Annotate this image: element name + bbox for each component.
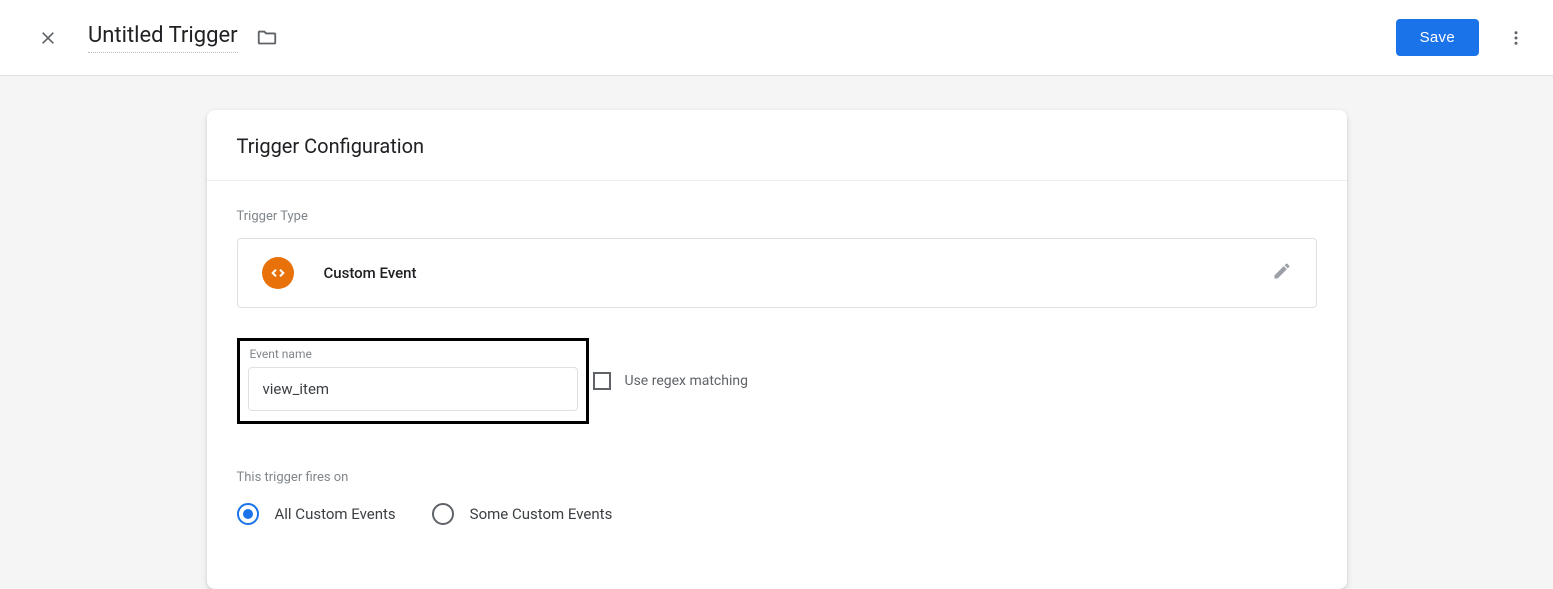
- trigger-type-label: Trigger Type: [237, 209, 1317, 224]
- more-options-icon[interactable]: [1499, 21, 1533, 55]
- radio-icon: [237, 503, 259, 525]
- trigger-type-selector[interactable]: Custom Event: [237, 238, 1317, 308]
- fires-on-label: This trigger fires on: [237, 470, 1317, 485]
- event-name-label: Event name: [248, 347, 578, 361]
- config-card: Trigger Configuration Trigger Type Custo…: [207, 110, 1347, 589]
- folder-icon[interactable]: [256, 27, 278, 49]
- pencil-icon: [1272, 261, 1292, 285]
- trigger-type-value: Custom Event: [324, 264, 1272, 282]
- page-header: Untitled Trigger Save: [0, 0, 1553, 76]
- page-title[interactable]: Untitled Trigger: [88, 23, 238, 53]
- card-heading: Trigger Configuration: [207, 110, 1347, 181]
- radio-all-events[interactable]: All Custom Events: [237, 503, 396, 525]
- event-name-input[interactable]: [248, 367, 578, 411]
- close-icon[interactable]: [36, 26, 60, 50]
- radio-some-label: Some Custom Events: [470, 505, 613, 523]
- code-icon: [262, 257, 294, 289]
- radio-all-label: All Custom Events: [275, 505, 396, 523]
- content-area: Trigger Configuration Trigger Type Custo…: [0, 76, 1553, 589]
- save-button[interactable]: Save: [1396, 19, 1479, 56]
- radio-some-events[interactable]: Some Custom Events: [432, 503, 613, 525]
- event-name-highlight: Event name: [237, 338, 589, 424]
- radio-icon: [432, 503, 454, 525]
- regex-label: Use regex matching: [625, 373, 748, 389]
- regex-checkbox[interactable]: [593, 372, 611, 390]
